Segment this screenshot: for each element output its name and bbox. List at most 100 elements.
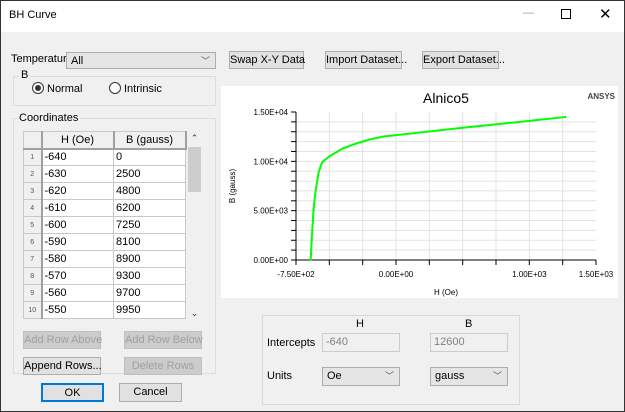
cell-h[interactable]: -640 — [41, 148, 114, 166]
delete-rows-button[interactable]: Delete Rows — [124, 357, 202, 375]
ok-button[interactable]: OK — [41, 383, 104, 402]
chart-title: Alnico5 — [423, 90, 469, 106]
data-point — [565, 116, 567, 118]
add-row-below-button[interactable]: Add Row Below — [124, 331, 203, 349]
row-number[interactable]: 1 — [23, 148, 43, 166]
x-tick-label: 1.00E+03 — [512, 270, 547, 279]
table-row[interactable]: 7 -580 8900 — [23, 250, 186, 268]
cell-b[interactable]: 6200 — [113, 199, 186, 217]
data-point — [313, 198, 316, 200]
radio-unselected-icon — [109, 82, 121, 94]
intercepts-b-header: B — [465, 318, 473, 330]
chevron-down-icon: ﹀ — [384, 371, 394, 381]
cell-h[interactable]: -620 — [41, 182, 114, 200]
row-number[interactable]: 8 — [23, 267, 43, 285]
swap-xy-button[interactable]: Swap X-Y Data — [229, 51, 305, 69]
minimize-icon[interactable]: — — [523, 7, 534, 19]
row-number[interactable]: 5 — [23, 216, 43, 234]
maximize-icon[interactable] — [561, 9, 571, 19]
radio-selected-icon — [32, 82, 44, 94]
data-point — [321, 161, 324, 163]
table-row[interactable]: 2 -630 2500 — [23, 165, 186, 183]
cell-b[interactable]: 2500 — [113, 165, 186, 183]
radio-intrinsic-label: Intrinsic — [124, 83, 162, 95]
export-dataset-button[interactable]: Export Dataset... — [422, 51, 505, 69]
data-point — [311, 234, 313, 237]
cell-h[interactable]: -580 — [41, 250, 114, 268]
cell-b[interactable]: 4800 — [113, 182, 186, 200]
row-number[interactable]: 6 — [23, 233, 43, 251]
data-point — [328, 155, 331, 158]
column-header-h[interactable]: H (Oe) — [41, 131, 115, 150]
intercept-h-field[interactable]: -640 — [322, 333, 400, 352]
row-number[interactable]: 2 — [23, 165, 43, 183]
y-tick-label: 5.00E+03 — [254, 207, 289, 216]
coordinates-table[interactable]: H (Oe) B (gauss) 1 -640 0 2 -630 2500 3 -620 4800… — [23, 131, 187, 319]
cell-b[interactable]: 9950 — [113, 301, 186, 319]
table-row[interactable]: 6 -590 8100 — [23, 233, 186, 251]
cell-b[interactable]: 8100 — [113, 233, 186, 251]
cell-b[interactable]: 8900 — [113, 250, 186, 268]
add-row-above-button[interactable]: Add Row Above — [23, 331, 102, 349]
scroll-up-icon[interactable]: ⌃ — [188, 133, 201, 144]
table-row[interactable]: 10 -550 9950 — [23, 301, 186, 319]
radio-normal-label: Normal — [47, 83, 83, 95]
cell-b[interactable]: 0 — [113, 148, 186, 166]
intercept-b-field[interactable]: 12600 — [430, 333, 508, 352]
data-point — [317, 171, 320, 173]
cell-h[interactable]: -560 — [41, 284, 114, 302]
window-title: BH Curve — [9, 9, 57, 21]
h-unit-value: Oe — [327, 370, 342, 382]
units-label: Units — [267, 370, 293, 382]
cell-h[interactable]: -630 — [41, 165, 114, 183]
row-number[interactable]: 4 — [23, 199, 43, 217]
temperature-label: Temperature — [11, 53, 73, 65]
coordinates-label: Coordinates — [17, 112, 81, 124]
h-units-select[interactable]: Oe ﹀ — [322, 367, 400, 386]
data-point — [312, 211, 315, 214]
title-bar: BH Curve — ✕ — [1, 1, 624, 32]
cell-h[interactable]: -600 — [41, 216, 114, 234]
table-row[interactable]: 3 -620 4800 — [23, 182, 186, 200]
column-header-b[interactable]: B (gauss) — [113, 131, 187, 150]
cell-h[interactable]: -550 — [41, 301, 114, 319]
b-units-select[interactable]: gauss ﹀ — [430, 367, 508, 386]
table-scrollbar[interactable]: ⌃ ⌄ — [188, 133, 201, 319]
data-point — [461, 126, 464, 129]
x-tick-label: 0.00E+00 — [379, 270, 414, 279]
cell-b[interactable]: 7250 — [113, 216, 186, 234]
row-number[interactable]: 10 — [23, 301, 43, 319]
close-icon[interactable]: ✕ — [599, 5, 612, 23]
append-rows-button[interactable]: Append Rows... — [23, 357, 102, 375]
row-number[interactable]: 9 — [23, 284, 43, 302]
cell-b[interactable]: 9700 — [113, 284, 186, 302]
bh-curve-dialog: BH Curve — ✕ Temperature All ﹀ Swap X-Y D… — [0, 0, 625, 412]
radio-normal[interactable]: Normal — [32, 82, 82, 95]
table-row[interactable]: 8 -570 9300 — [23, 267, 186, 285]
ansys-logo: ANSYS — [587, 92, 615, 101]
data-point — [355, 142, 357, 145]
import-dataset-button[interactable]: Import Dataset... — [325, 51, 407, 69]
data-point — [395, 134, 397, 136]
bh-curve-chart: -7.50E+02 0.00E+00 1.00E+03 1.50E+03 0.00E+0… — [221, 86, 618, 298]
y-axis-label: B (gauss) — [228, 169, 237, 204]
table-row[interactable]: 9 -560 9700 — [23, 284, 186, 302]
table-row[interactable]: 1 -640 0 — [23, 148, 186, 166]
table-row[interactable]: 4 -610 6200 — [23, 199, 186, 217]
row-number[interactable]: 7 — [23, 250, 43, 268]
cell-h[interactable]: -570 — [41, 267, 114, 285]
x-axis-label: H (Oe) — [434, 288, 458, 297]
data-point — [341, 147, 344, 150]
temperature-select[interactable]: All ﹀ — [66, 52, 216, 69]
cell-h[interactable]: -610 — [41, 199, 114, 217]
cell-b[interactable]: 9300 — [113, 267, 186, 285]
scrollbar-thumb[interactable] — [188, 147, 201, 192]
row-number[interactable]: 3 — [23, 182, 43, 200]
table-row[interactable]: 5 -600 7250 — [23, 216, 186, 234]
cancel-button[interactable]: Cancel — [119, 383, 182, 402]
temperature-value: All — [71, 55, 84, 67]
y-tick-label: 0.00E+00 — [254, 256, 289, 265]
scroll-down-icon[interactable]: ⌄ — [188, 308, 201, 319]
radio-intrinsic[interactable]: Intrinsic — [109, 82, 162, 95]
cell-h[interactable]: -590 — [41, 233, 114, 251]
